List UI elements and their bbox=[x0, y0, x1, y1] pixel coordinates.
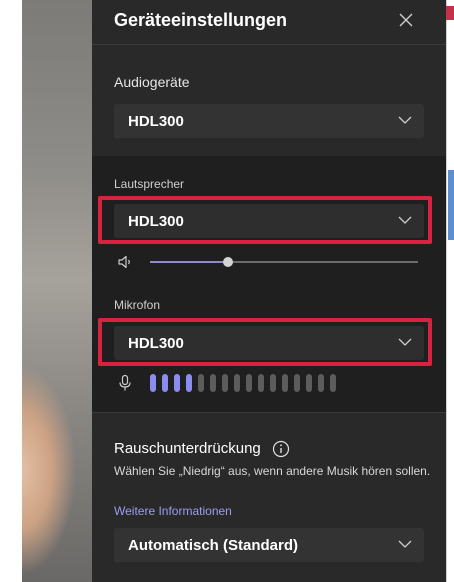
microphone-level-bar bbox=[186, 374, 192, 392]
chevron-down-icon bbox=[398, 338, 412, 346]
header-divider bbox=[92, 44, 446, 45]
microphone-label: Mikrofon bbox=[114, 298, 161, 312]
chevron-down-icon bbox=[398, 116, 412, 124]
microphone-level-bar bbox=[330, 374, 336, 392]
microphone-level-bar bbox=[294, 374, 300, 392]
audio-devices-value: HDL300 bbox=[128, 113, 184, 130]
noise-suppression-value: Automatisch (Standard) bbox=[128, 537, 299, 554]
app-edge-blue bbox=[448, 170, 454, 240]
microphone-value: HDL300 bbox=[128, 335, 184, 352]
speaker-value: HDL300 bbox=[128, 213, 184, 230]
microphone-level-bar bbox=[318, 374, 324, 392]
background-app-edge bbox=[446, 0, 454, 582]
microphone-icon bbox=[119, 374, 131, 391]
audio-devices-label: Audiogeräte bbox=[114, 74, 190, 90]
chevron-down-icon bbox=[398, 216, 412, 224]
microphone-dropdown[interactable]: HDL300 bbox=[114, 326, 424, 360]
microphone-level-bar bbox=[246, 374, 252, 392]
microphone-level-meter bbox=[150, 374, 342, 392]
microphone-level-bar bbox=[210, 374, 216, 392]
close-icon[interactable] bbox=[396, 10, 416, 30]
microphone-level-bar bbox=[282, 374, 288, 392]
info-icon[interactable] bbox=[272, 440, 290, 458]
more-information-link[interactable]: Weitere Informationen bbox=[114, 504, 232, 518]
app-edge-line bbox=[446, 0, 447, 582]
microphone-level-bar bbox=[162, 374, 168, 392]
microphone-level-bar bbox=[258, 374, 264, 392]
panel-title: Geräteeinstellungen bbox=[114, 10, 288, 30]
background-video-area bbox=[0, 0, 92, 582]
device-settings-panel: Geräteeinstellungen Audiogeräte HDL300 L… bbox=[92, 0, 446, 582]
noise-suppression-dropdown[interactable]: Automatisch (Standard) bbox=[114, 528, 424, 562]
speaker-volume-thumb[interactable] bbox=[222, 257, 233, 267]
noise-suppression-label: Rauschunterdrückung bbox=[114, 440, 261, 457]
microphone-level-bar bbox=[270, 374, 276, 392]
speaker-icon bbox=[118, 255, 130, 269]
microphone-level-bar bbox=[306, 374, 312, 392]
microphone-level-bar bbox=[222, 374, 228, 392]
speaker-volume-fill bbox=[150, 261, 228, 263]
speaker-volume-slider[interactable] bbox=[150, 257, 418, 267]
speaker-label: Lautsprecher bbox=[114, 177, 185, 191]
speaker-dropdown[interactable]: HDL300 bbox=[114, 204, 424, 238]
microphone-level-bar bbox=[174, 374, 180, 392]
microphone-level-bar bbox=[150, 374, 156, 392]
noise-suppression-description: Wählen Sie „Niedrig“ aus, wenn andere Mu… bbox=[114, 464, 431, 478]
noise-section-divider bbox=[92, 412, 446, 413]
microphone-level-bar bbox=[198, 374, 204, 392]
microphone-level-bar bbox=[234, 374, 240, 392]
chevron-down-icon bbox=[398, 540, 412, 548]
app-edge-accent bbox=[446, 6, 454, 20]
audio-devices-dropdown[interactable]: HDL300 bbox=[114, 104, 424, 138]
